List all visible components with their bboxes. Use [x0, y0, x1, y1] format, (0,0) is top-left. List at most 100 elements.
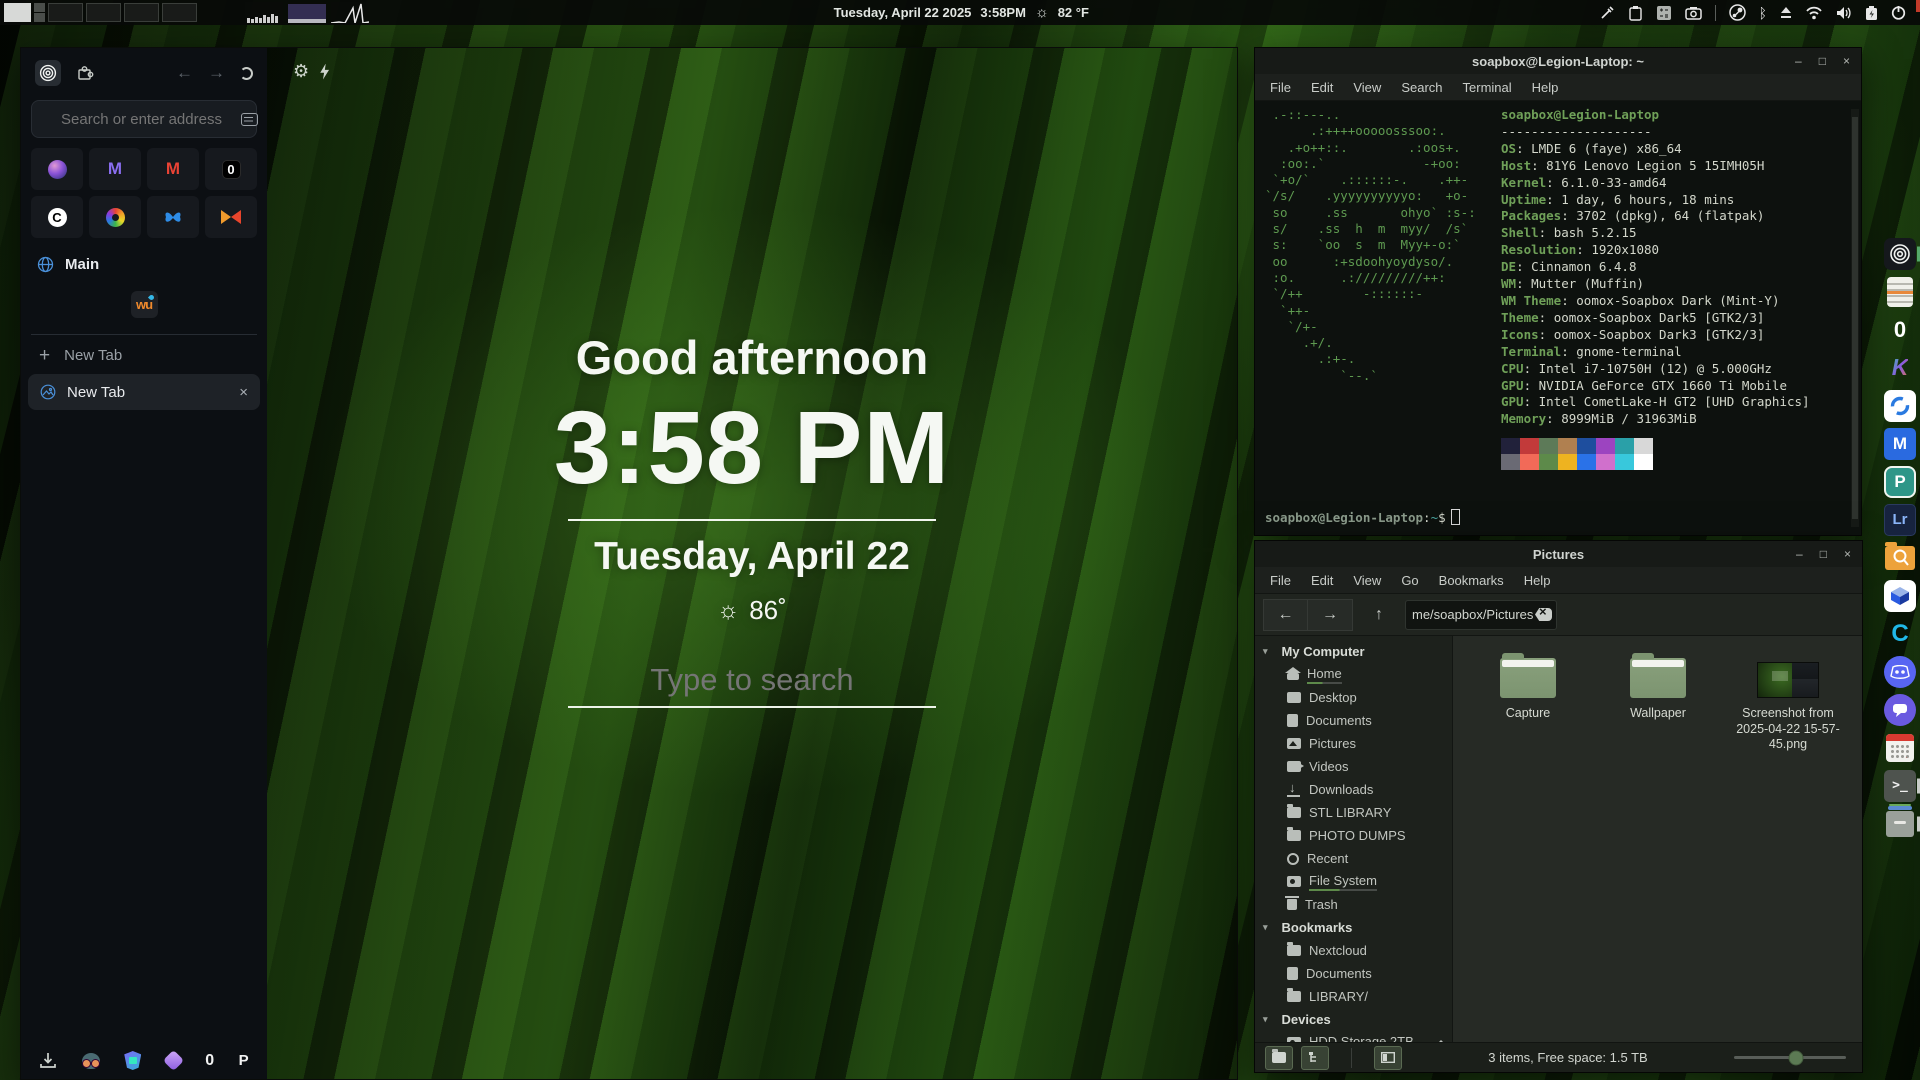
files-sidebar-row[interactable]: Devices: [1255, 1008, 1452, 1031]
forward-button[interactable]: →: [208, 63, 225, 83]
dock-discord[interactable]: [1883, 655, 1917, 688]
clipboard-icon[interactable]: [1628, 5, 1643, 21]
zoom-slider-knob[interactable]: [1788, 1050, 1803, 1065]
browser-menu-button[interactable]: [35, 60, 61, 86]
workspace-active[interactable]: [4, 3, 31, 22]
up-button[interactable]: ↑: [1361, 599, 1397, 631]
files-sidebar-row[interactable]: Desktop: [1255, 686, 1452, 709]
downloads-icon[interactable]: [39, 1052, 57, 1069]
shortcut-zero-app[interactable]: 0: [205, 148, 257, 190]
files-sidebar-row[interactable]: LIBRARY/: [1255, 985, 1452, 1008]
dock-zen-browser[interactable]: [1883, 237, 1917, 270]
workspace-3[interactable]: [86, 3, 121, 22]
calculator-icon[interactable]: [1656, 5, 1672, 21]
newtab-search-input[interactable]: [568, 662, 936, 698]
tree-view-button[interactable]: [1301, 1046, 1329, 1070]
files-sidebar-row[interactable]: My Computer: [1255, 640, 1452, 663]
shortcut-gmail[interactable]: M: [147, 148, 199, 190]
menu-item[interactable]: Terminal: [1454, 77, 1521, 98]
privacy-mask-icon[interactable]: [82, 1053, 100, 1069]
menu-item[interactable]: Search: [1392, 77, 1451, 98]
panel-clock[interactable]: Tuesday, April 22 2025 3:58PM ☼ 82 °F: [834, 0, 1089, 25]
battery-icon[interactable]: [1865, 5, 1878, 21]
wifi-icon[interactable]: [1805, 6, 1823, 20]
forward-button[interactable]: →: [1308, 599, 1353, 631]
maximize-button[interactable]: □: [1819, 54, 1826, 68]
power-icon[interactable]: [1891, 5, 1906, 20]
files-sidebar-row[interactable]: Nextcloud: [1255, 939, 1452, 962]
tab-new-tab-active[interactable]: New Tab ×: [28, 374, 260, 410]
workspace-2[interactable]: [48, 3, 83, 22]
menu-item[interactable]: Go: [1392, 570, 1427, 591]
dock-file-archiver[interactable]: [1883, 807, 1917, 840]
dock-lightroom[interactable]: Lr: [1883, 503, 1917, 536]
eject-icon[interactable]: [1436, 1040, 1446, 1042]
minimize-button[interactable]: –: [1795, 54, 1802, 68]
menu-item[interactable]: File: [1261, 570, 1300, 591]
files-sidebar-row[interactable]: Documents: [1255, 962, 1452, 985]
files-sidebar-row[interactable]: Trash: [1255, 893, 1452, 916]
close-button[interactable]: ×: [1844, 547, 1851, 561]
dock-news-reader[interactable]: [1883, 275, 1917, 308]
color-picker-icon[interactable]: [1599, 5, 1615, 21]
menu-item[interactable]: Bookmarks: [1430, 570, 1513, 591]
shortcut-pinwheel[interactable]: [89, 196, 141, 238]
workspace-4[interactable]: [124, 3, 159, 22]
menu-item[interactable]: Help: [1523, 77, 1568, 98]
vpn-shield-icon[interactable]: [124, 1051, 141, 1070]
bluetooth-icon[interactable]: ᛒ: [1759, 5, 1767, 21]
menu-item[interactable]: View: [1344, 570, 1390, 591]
dock-terminal[interactable]: >_: [1883, 769, 1917, 802]
files-content[interactable]: Capture Wallpaper Screenshot from 2025-0…: [1453, 636, 1862, 1042]
menu-item[interactable]: Edit: [1302, 77, 1342, 98]
steam-icon[interactable]: [1729, 4, 1746, 21]
files-sidebar-row[interactable]: PHOTO DUMPS: [1255, 824, 1452, 847]
files-sidebar-row[interactable]: Videos: [1255, 755, 1452, 778]
files-sidebar-row[interactable]: Bookmarks: [1255, 916, 1452, 939]
camera-icon[interactable]: [1685, 6, 1702, 20]
maximize-button[interactable]: □: [1820, 547, 1827, 561]
terminal-body[interactable]: .-::---.. .:++++ooooosssoo:. .+o++::. .:…: [1255, 101, 1861, 535]
p-extension-icon[interactable]: P: [239, 1052, 249, 1069]
file-item[interactable]: Wallpaper: [1593, 652, 1723, 722]
shortcut-proton-mail[interactable]: M: [89, 148, 141, 190]
workspace-5[interactable]: [162, 3, 197, 22]
workspace-switcher[interactable]: [4, 3, 197, 22]
files-sidebar-row[interactable]: STL LIBRARY: [1255, 801, 1452, 824]
pinned-tab-weather-underground[interactable]: wu: [131, 291, 158, 318]
toggle-sidebar-button[interactable]: [1374, 1046, 1402, 1070]
files-sidebar-row[interactable]: HDD Storage 2TB: [1255, 1031, 1452, 1042]
dock-wave-monitor[interactable]: M: [1883, 427, 1917, 460]
eject-icon[interactable]: [1780, 7, 1792, 18]
extensions-puzzle-icon[interactable]: [76, 64, 94, 82]
files-sidebar-row[interactable]: Pictures: [1255, 732, 1452, 755]
dock-slicer-3d[interactable]: [1883, 579, 1917, 612]
system-monitor-applet[interactable]: [245, 2, 369, 23]
dock-zero-app[interactable]: 0: [1883, 313, 1917, 346]
address-input[interactable]: [42, 111, 241, 128]
menu-item[interactable]: View: [1344, 77, 1390, 98]
dock-krita[interactable]: K: [1883, 351, 1917, 384]
workspace-section[interactable]: Main: [37, 256, 251, 273]
zoom-slider[interactable]: [1734, 1056, 1846, 1059]
dock-sync-browser[interactable]: [1883, 389, 1917, 422]
gem-extension-icon[interactable]: [163, 1050, 184, 1071]
shortcut-c-app[interactable]: C: [31, 196, 83, 238]
shortcut-bowtie[interactable]: [205, 196, 257, 238]
files-sidebar-row[interactable]: Home: [1255, 663, 1452, 686]
file-item[interactable]: Screenshot from 2025-04-22 15-57-45.png: [1723, 652, 1853, 753]
dock-chat-app[interactable]: [1883, 693, 1917, 726]
volume-icon[interactable]: [1836, 6, 1852, 20]
dock-file-search[interactable]: [1883, 541, 1917, 574]
clear-path-icon[interactable]: [1535, 608, 1552, 621]
path-bar[interactable]: [1405, 600, 1557, 630]
newtab-search[interactable]: [267, 662, 1237, 708]
terminal-titlebar[interactable]: soapbox@Legion-Laptop: ~ – □ ×: [1255, 48, 1861, 74]
terminal-scrollbar[interactable]: [1851, 109, 1859, 527]
back-button[interactable]: ←: [1263, 599, 1308, 631]
close-button[interactable]: ×: [1843, 54, 1850, 68]
menu-item[interactable]: Help: [1515, 570, 1560, 591]
shortcut-sphere-social[interactable]: [31, 148, 83, 190]
files-sidebar-row[interactable]: Documents: [1255, 709, 1452, 732]
files-sidebar-row[interactable]: Recent: [1255, 847, 1452, 870]
